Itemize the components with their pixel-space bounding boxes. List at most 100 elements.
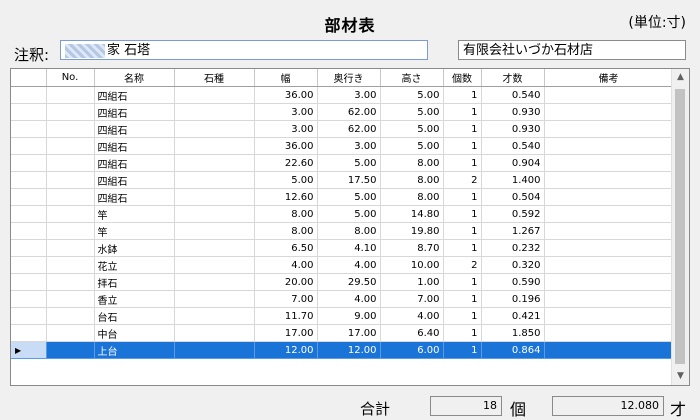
- cell-depth[interactable]: 4.00: [317, 256, 381, 274]
- cell-sai[interactable]: 0.864: [481, 341, 545, 359]
- cell-sai[interactable]: 0.540: [481, 137, 545, 155]
- cell-count[interactable]: 1: [443, 103, 482, 121]
- cell-note[interactable]: [544, 103, 674, 121]
- cell-count[interactable]: 2: [443, 256, 482, 274]
- cell-stone[interactable]: [174, 273, 255, 291]
- table-row[interactable]: 四組石 5.00 17.50 8.00 2 1.400: [11, 171, 674, 189]
- cell-name[interactable]: 拝石: [94, 273, 175, 291]
- table-row[interactable]: ▶ 上台 12.00 12.00 6.00 1 0.864: [11, 341, 674, 359]
- chevron-down-icon[interactable]: ▼: [672, 368, 689, 385]
- table-row[interactable]: 竿 8.00 5.00 14.80 1 0.592: [11, 205, 674, 223]
- cell-sai[interactable]: 0.930: [481, 103, 545, 121]
- cell-height[interactable]: 4.00: [380, 307, 444, 325]
- column-header-width[interactable]: 幅: [254, 69, 318, 87]
- column-header-stone[interactable]: 石種: [174, 69, 255, 87]
- cell-sai[interactable]: 0.196: [481, 290, 545, 308]
- column-header-no[interactable]: No.: [46, 69, 95, 87]
- row-header[interactable]: [11, 290, 47, 308]
- table-row[interactable]: 中台 17.00 17.00 6.40 1 1.850: [11, 324, 674, 342]
- cell-no[interactable]: [46, 239, 95, 257]
- cell-note[interactable]: [544, 290, 674, 308]
- cell-height[interactable]: 8.00: [380, 171, 444, 189]
- row-header[interactable]: [11, 222, 47, 240]
- cell-sai[interactable]: 0.592: [481, 205, 545, 223]
- cell-no[interactable]: [46, 273, 95, 291]
- table-row[interactable]: 水鉢 6.50 4.10 8.70 1 0.232: [11, 239, 674, 257]
- cell-depth[interactable]: 9.00: [317, 307, 381, 325]
- cell-count[interactable]: 1: [443, 120, 482, 138]
- cell-height[interactable]: 5.00: [380, 137, 444, 155]
- cell-sai[interactable]: 1.850: [481, 324, 545, 342]
- row-header[interactable]: [11, 188, 47, 206]
- row-header[interactable]: [11, 120, 47, 138]
- cell-sai[interactable]: 1.400: [481, 171, 545, 189]
- cell-width[interactable]: 12.00: [254, 341, 318, 359]
- row-header[interactable]: ▶: [11, 341, 47, 359]
- cell-name[interactable]: 台石: [94, 307, 175, 325]
- cell-stone[interactable]: [174, 171, 255, 189]
- cell-note[interactable]: [544, 239, 674, 257]
- cell-width[interactable]: 4.00: [254, 256, 318, 274]
- cell-depth[interactable]: 5.00: [317, 205, 381, 223]
- cell-width[interactable]: 3.00: [254, 103, 318, 121]
- cell-note[interactable]: [544, 171, 674, 189]
- vertical-scrollbar[interactable]: ▲ ▼: [671, 69, 689, 385]
- cell-width[interactable]: 36.00: [254, 137, 318, 155]
- cell-stone[interactable]: [174, 256, 255, 274]
- cell-name[interactable]: 四組石: [94, 86, 175, 104]
- cell-depth[interactable]: 3.00: [317, 86, 381, 104]
- cell-name[interactable]: 四組石: [94, 120, 175, 138]
- cell-count[interactable]: 1: [443, 239, 482, 257]
- cell-height[interactable]: 7.00: [380, 290, 444, 308]
- cell-sai[interactable]: 1.267: [481, 222, 545, 240]
- table-row[interactable]: 台石 11.70 9.00 4.00 1 0.421: [11, 307, 674, 325]
- cell-no[interactable]: [46, 307, 95, 325]
- cell-width[interactable]: 5.00: [254, 171, 318, 189]
- cell-count[interactable]: 1: [443, 188, 482, 206]
- cell-no[interactable]: [46, 290, 95, 308]
- row-header[interactable]: [11, 307, 47, 325]
- cell-no[interactable]: [46, 188, 95, 206]
- table-row[interactable]: 四組石 3.00 62.00 5.00 1 0.930: [11, 120, 674, 138]
- table-row[interactable]: 四組石 36.00 3.00 5.00 1 0.540: [11, 86, 674, 104]
- column-header-depth[interactable]: 奥行き: [317, 69, 381, 87]
- cell-width[interactable]: 8.00: [254, 205, 318, 223]
- cell-depth[interactable]: 5.00: [317, 154, 381, 172]
- cell-sai[interactable]: 0.421: [481, 307, 545, 325]
- cell-count[interactable]: 1: [443, 290, 482, 308]
- cell-name[interactable]: 四組石: [94, 154, 175, 172]
- cell-width[interactable]: 36.00: [254, 86, 318, 104]
- cell-note[interactable]: [544, 273, 674, 291]
- cell-count[interactable]: 1: [443, 273, 482, 291]
- cell-note[interactable]: [544, 307, 674, 325]
- cell-note[interactable]: [544, 154, 674, 172]
- chevron-up-icon[interactable]: ▲: [672, 69, 689, 86]
- cell-stone[interactable]: [174, 307, 255, 325]
- cell-name[interactable]: 上台: [94, 341, 175, 359]
- cell-height[interactable]: 5.00: [380, 86, 444, 104]
- cell-stone[interactable]: [174, 120, 255, 138]
- cell-sai[interactable]: 0.540: [481, 86, 545, 104]
- cell-width[interactable]: 8.00: [254, 222, 318, 240]
- cell-depth[interactable]: 17.50: [317, 171, 381, 189]
- cell-depth[interactable]: 3.00: [317, 137, 381, 155]
- table-row[interactable]: 香立 7.00 4.00 7.00 1 0.196: [11, 290, 674, 308]
- cell-no[interactable]: [46, 205, 95, 223]
- cell-height[interactable]: 8.00: [380, 154, 444, 172]
- cell-width[interactable]: 11.70: [254, 307, 318, 325]
- company-input[interactable]: 有限会社いづか石材店: [458, 40, 686, 60]
- cell-height[interactable]: 10.00: [380, 256, 444, 274]
- cell-stone[interactable]: [174, 205, 255, 223]
- cell-sai[interactable]: 0.232: [481, 239, 545, 257]
- cell-height[interactable]: 14.80: [380, 205, 444, 223]
- scrollbar-thumb[interactable]: [675, 89, 685, 364]
- cell-name[interactable]: 竿: [94, 222, 175, 240]
- row-header[interactable]: [11, 86, 47, 104]
- row-header[interactable]: [11, 154, 47, 172]
- cell-name[interactable]: 花立: [94, 256, 175, 274]
- cell-count[interactable]: 1: [443, 154, 482, 172]
- row-header[interactable]: [11, 239, 47, 257]
- cell-no[interactable]: [46, 324, 95, 342]
- table-row[interactable]: 竿 8.00 8.00 19.80 1 1.267: [11, 222, 674, 240]
- cell-no[interactable]: [46, 341, 95, 359]
